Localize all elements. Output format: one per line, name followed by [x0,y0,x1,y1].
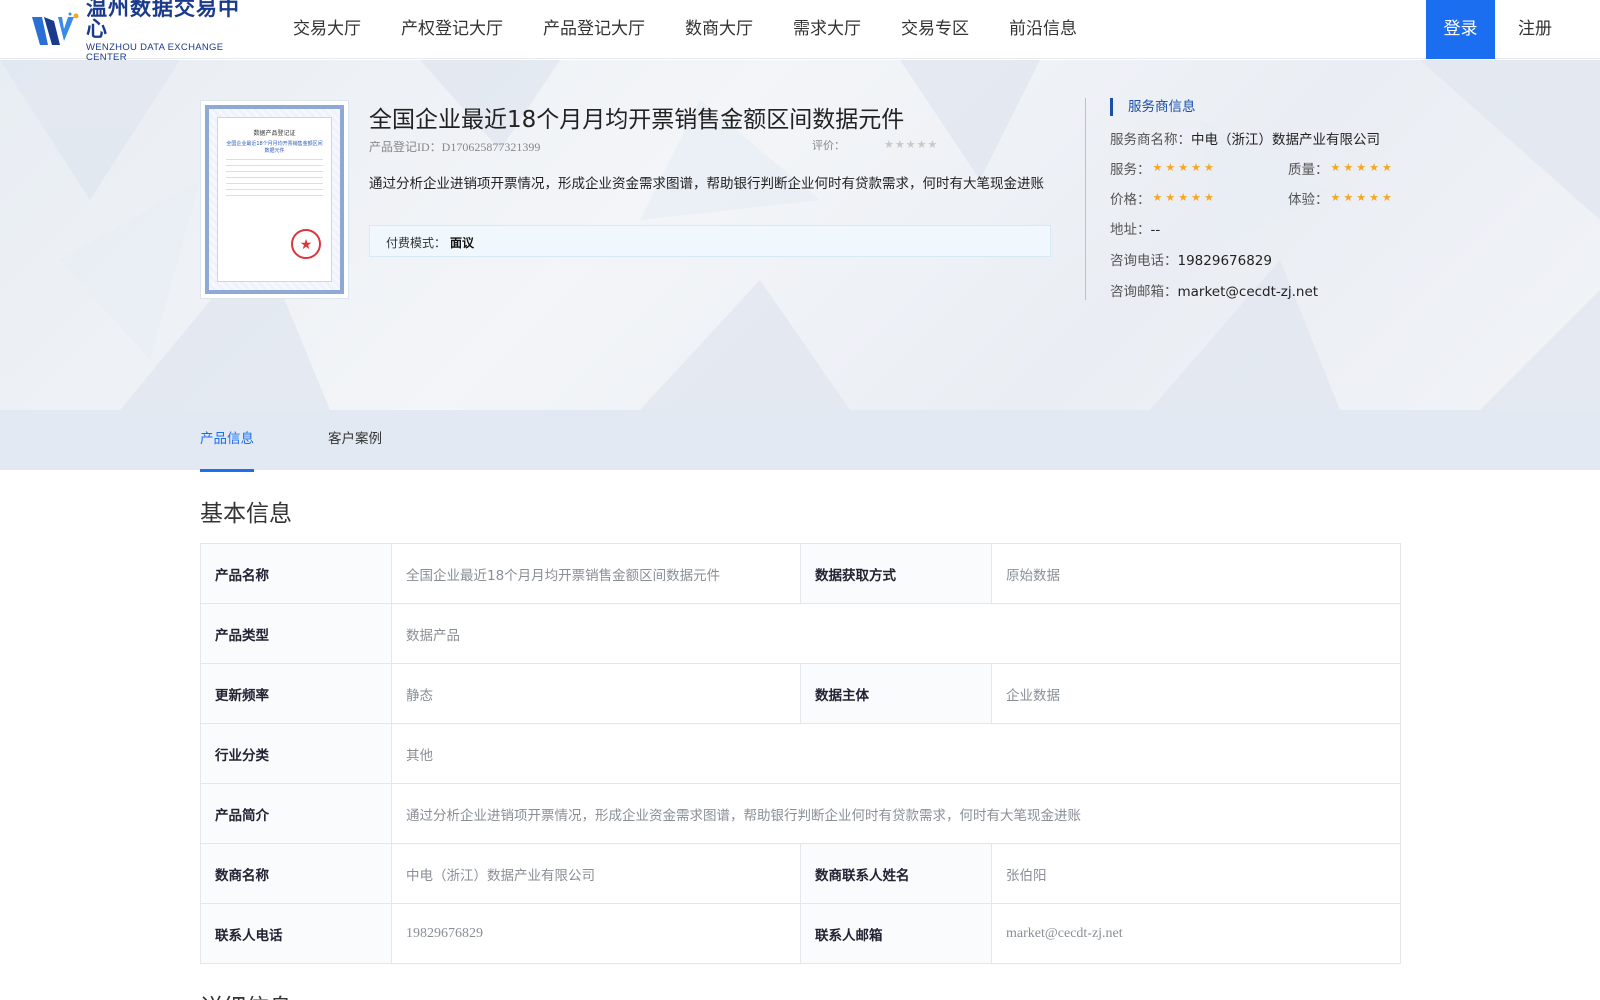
hero-divider [1085,98,1086,300]
table-row: 产品名称 全国企业最近18个月月均开票销售金额区间数据元件 数据获取方式 原始数… [200,543,1401,604]
experience-rating-stars: ★ ★ ★ ★ ★ [1330,191,1392,204]
top-header: 温州数据交易中心 WENZHOU DATA EXCHANGE CENTER 交易… [0,0,1600,62]
quality-rating-stars: ★ ★ ★ ★ ★ [1330,161,1392,174]
merchant-name-key: 数商名称 [200,843,392,904]
star-empty-icon: ★ [894,139,905,151]
product-title: 全国企业最近18个月月均开票销售金额区间数据元件 [369,107,905,133]
experience-rating: 体验： ★ ★ ★ ★ ★ [1288,188,1395,209]
detail-info-title: 详细信息 [200,988,292,1000]
contact-email-value: market@cecdt-zj.net [991,903,1401,964]
logo-title: 温州数据交易中心 [86,0,240,41]
provider-address-row: 地址：-- [1110,218,1160,238]
update-frequency-value: 静态 [391,663,801,724]
price-rating: 价格： ★ ★ ★ ★ ★ [1110,188,1217,209]
table-row: 数商名称 中电（浙江）数据产业有限公司 数商联系人姓名 张伯阳 [200,843,1401,904]
contact-phone-key: 联系人电话 [200,903,392,964]
nav-merchant-hall[interactable]: 数商大厅 [685,0,753,59]
product-intro-value: 通过分析企业进销项开票情况，形成企业资金需求图谱，帮助银行判断企业何时有贷款需求… [391,783,1401,844]
product-certificate-image[interactable]: 数据产品登记证 全国企业最近18个月月均开票销售金额区间数据元件 ★ [200,100,349,299]
data-subject-value: 企业数据 [991,663,1401,724]
merchant-name-value: 中电（浙江）数据产业有限公司 [391,843,801,904]
provider-phone-label: 咨询电话： [1110,253,1178,269]
basic-info-title: 基本信息 [200,501,292,527]
payment-mode-box: 付费模式： 面议 [369,225,1051,257]
star-empty-icon: ★ [905,139,916,151]
experience-rating-label: 体验： [1288,192,1329,208]
contact-phone-value: 19829676829 [391,903,801,964]
star-empty-icon: ★ [884,139,894,151]
certificate-subtitle: 全国企业最近18个月月均开票销售金额区间数据元件 [226,141,323,154]
service-rating-label: 服务： [1110,162,1151,178]
star-empty-icon: ★ [927,139,938,151]
nav-demand-hall[interactable]: 需求大厅 [793,0,861,59]
product-registration-id: 产品登记ID：D170625877321399 [369,140,541,154]
price-rating-stars: ★ ★ ★ ★ ★ [1152,191,1214,204]
tab-customer-cases[interactable]: 客户案例 [328,410,382,470]
provider-name-label: 服务商名称： [1110,132,1191,148]
provider-phone-row: 咨询电话：19829676829 [1110,249,1272,269]
table-row: 产品简介 通过分析企业进销项开票情况，形成企业资金需求图谱，帮助银行判断企业何时… [200,783,1401,844]
provider-email-row: 咨询邮箱：market@cecdt-zj.net [1110,280,1318,300]
rating-label: 评价： [812,139,845,152]
update-frequency-key: 更新频率 [200,663,392,724]
acquire-method-key: 数据获取方式 [800,543,992,604]
certificate-stamp-icon: ★ [291,229,321,259]
table-row: 行业分类 其他 [200,723,1401,784]
provider-name-row: 服务商名称：中电（浙江）数据产业有限公司 [1110,128,1380,148]
provider-email-label: 咨询邮箱： [1110,284,1178,300]
nav-property-registration[interactable]: 产权登记大厅 [401,0,503,59]
tab-product-info[interactable]: 产品信息 [200,410,254,472]
service-rating-stars: ★ ★ ★ ★ ★ [1152,161,1214,174]
product-type-value: 数据产品 [391,603,1401,664]
data-subject-key: 数据主体 [800,663,992,724]
product-intro-key: 产品简介 [200,783,392,844]
product-hero: 数据产品登记证 全国企业最近18个月月均开票销售金额区间数据元件 ★ 全国企业最… [0,60,1600,410]
certificate-title: 数据产品登记证 [253,130,296,137]
quality-rating: 质量： ★ ★ ★ ★ ★ [1288,158,1395,179]
detail-tabs: 产品信息 客户案例 [0,410,1600,472]
nav-trade-zone[interactable]: 交易专区 [901,0,969,59]
basic-info-table: 产品名称 全国企业最近18个月月均开票销售金额区间数据元件 数据获取方式 原始数… [200,543,1401,964]
register-button[interactable]: 注册 [1518,0,1552,59]
industry-key: 行业分类 [200,723,392,784]
contact-email-key: 联系人邮箱 [800,903,992,964]
logo-mark-icon [30,11,82,49]
product-rating-stars: ★ ★ ★ ★ ★ [884,139,938,151]
table-row: 联系人电话 19829676829 联系人邮箱 market@cecdt-zj.… [200,903,1401,964]
price-rating-label: 价格： [1110,192,1151,208]
site-logo[interactable]: 温州数据交易中心 WENZHOU DATA EXCHANGE CENTER [30,0,255,62]
industry-value: 其他 [391,723,1401,784]
contact-name-key: 数商联系人姓名 [800,843,992,904]
contact-name-value: 张伯阳 [991,843,1401,904]
login-button[interactable]: 登录 [1426,0,1495,59]
provider-address: -- [1150,222,1161,238]
service-rating: 服务： ★ ★ ★ ★ ★ [1110,158,1217,179]
product-name-key: 产品名称 [200,543,392,604]
product-description: 通过分析企业进销项开票情况，形成企业资金需求图谱，帮助银行判断企业何时有贷款需求… [369,176,1044,192]
service-provider-heading: 服务商信息 [1110,98,1196,116]
product-name-value: 全国企业最近18个月月均开票销售金额区间数据元件 [391,543,801,604]
payment-mode-value: 面议 [450,236,475,250]
nav-trade-hall[interactable]: 交易大厅 [293,0,361,59]
quality-rating-label: 质量： [1288,162,1329,178]
star-empty-icon: ★ [916,139,927,151]
acquire-method-value: 原始数据 [991,543,1401,604]
main-nav: 交易大厅 产权登记大厅 产品登记大厅 数商大厅 需求大厅 交易专区 前沿信息 [293,0,1117,59]
product-type-key: 产品类型 [200,603,392,664]
table-row: 产品类型 数据产品 [200,603,1401,664]
nav-frontier-info[interactable]: 前沿信息 [1009,0,1077,59]
provider-address-label: 地址： [1110,222,1151,238]
provider-phone: 19829676829 [1177,253,1272,269]
payment-mode-label: 付费模式： [386,236,447,250]
provider-email: market@cecdt-zj.net [1177,284,1319,300]
provider-name: 中电（浙江）数据产业有限公司 [1191,132,1380,148]
nav-product-registration[interactable]: 产品登记大厅 [543,0,645,59]
table-row: 更新频率 静态 数据主体 企业数据 [200,663,1401,724]
